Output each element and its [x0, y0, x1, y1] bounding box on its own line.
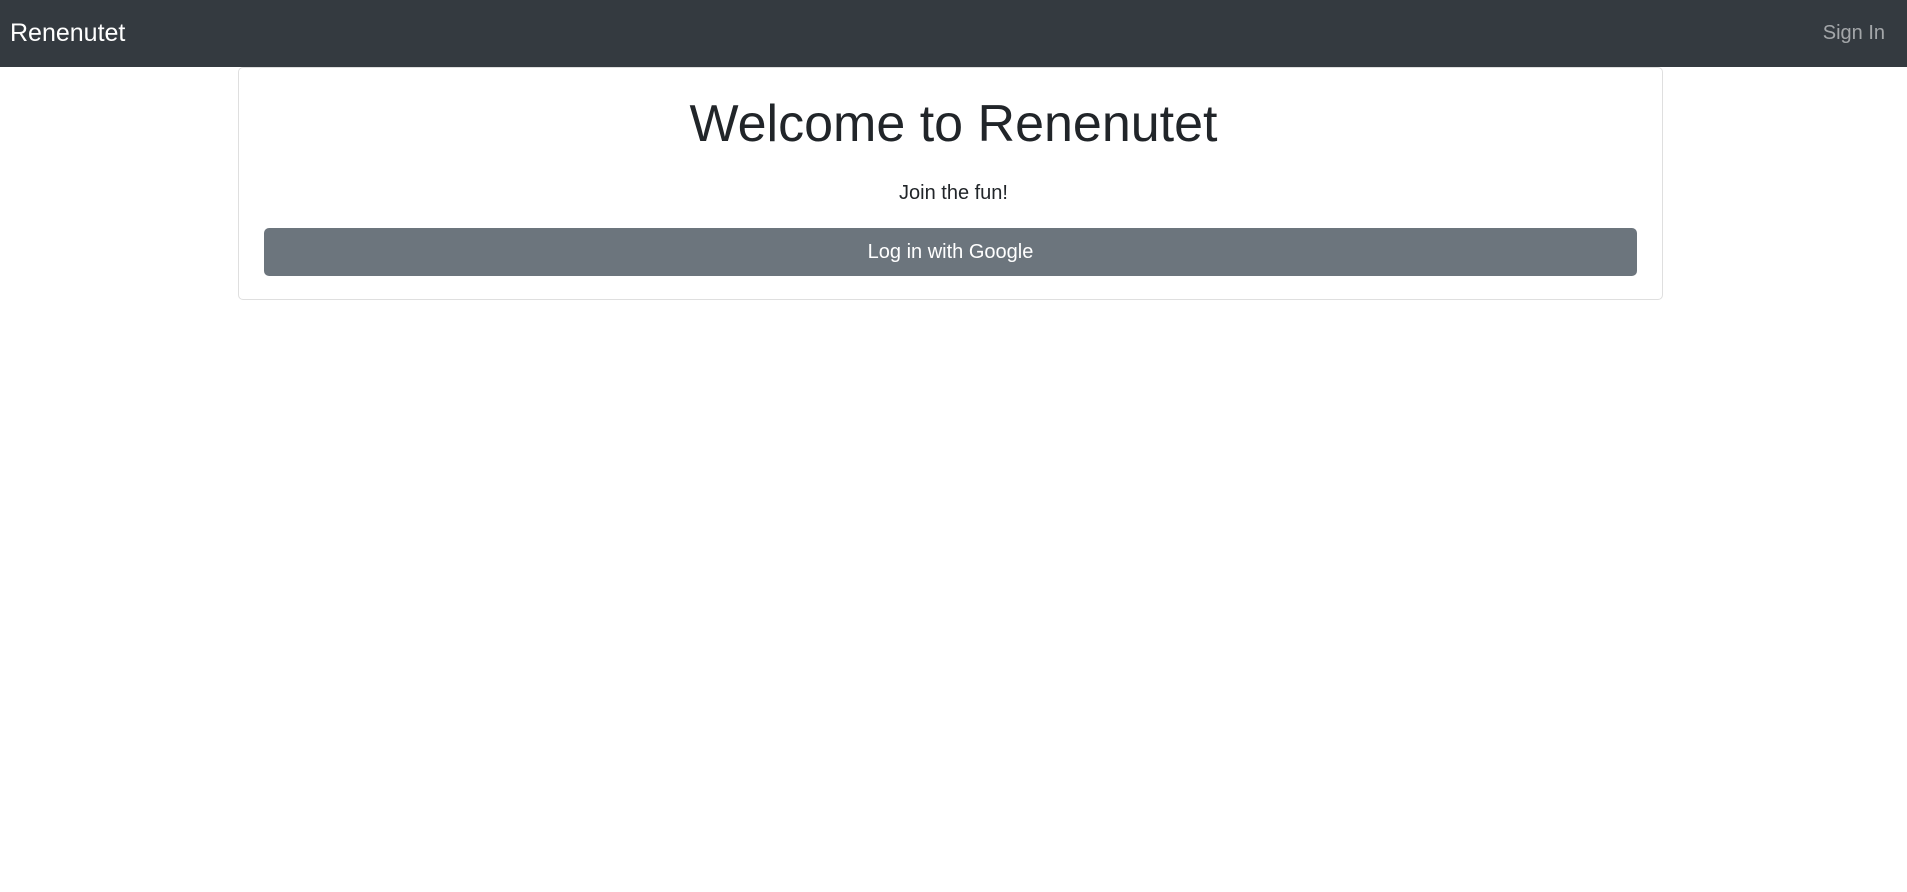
google-login-button[interactable]: Log in with Google — [264, 228, 1637, 276]
top-navbar: Renenutet Sign In — [0, 0, 1907, 67]
welcome-title: Welcome to Renenutet — [689, 95, 1218, 153]
sign-in-link[interactable]: Sign In — [1823, 0, 1885, 67]
welcome-subtitle: Join the fun! — [899, 182, 1008, 204]
brand-link[interactable]: Renenutet — [10, 0, 125, 67]
